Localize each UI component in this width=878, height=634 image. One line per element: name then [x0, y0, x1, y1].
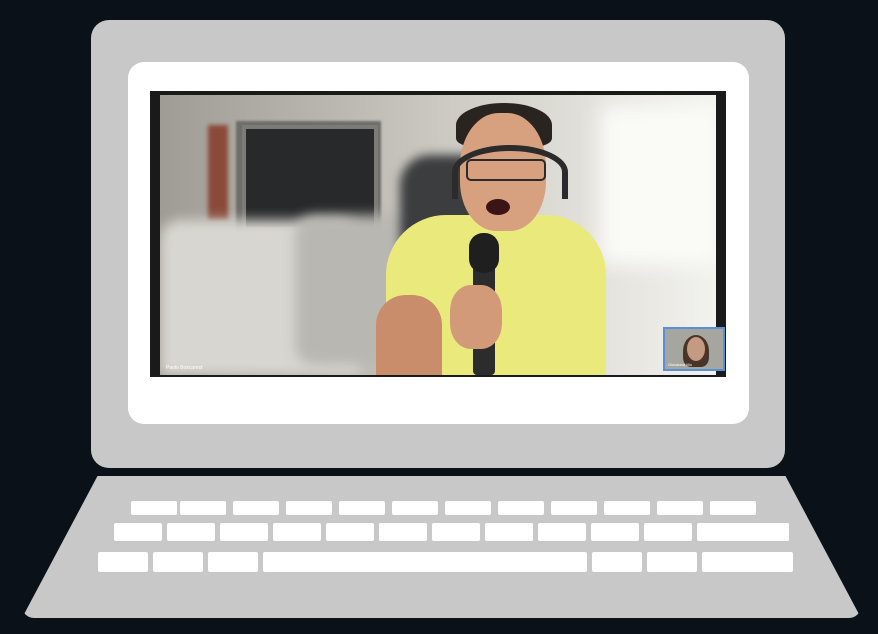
keyboard-key — [208, 552, 258, 572]
microphone-head — [469, 233, 499, 273]
keyboard-key — [657, 501, 703, 515]
keyboard-key — [98, 552, 148, 572]
keyboard-key — [153, 552, 203, 572]
keyboard-key — [392, 501, 438, 515]
keyboard-key — [167, 523, 215, 541]
keyboard-key — [604, 501, 650, 515]
keyboard-key — [180, 501, 226, 515]
keyboard-key — [220, 523, 268, 541]
laptop-screen: Paolo Boscarest Giovanna Mo — [150, 91, 726, 377]
keyboard-key — [326, 523, 374, 541]
background-window — [600, 105, 716, 265]
keyboard-key — [647, 552, 697, 572]
keyboard-key — [445, 501, 491, 515]
keyboard-key — [722, 552, 793, 572]
keyboard-key — [263, 552, 587, 572]
laptop-keyboard-base — [22, 476, 861, 618]
keyboard-key — [233, 501, 279, 515]
keyboard-key — [432, 523, 480, 541]
keyboard-key — [722, 523, 789, 541]
keyboard-key — [286, 501, 332, 515]
thumbnail-participant-name: Giovanna Mo — [668, 362, 692, 367]
keyboard-key — [379, 523, 427, 541]
keyboard-key — [710, 501, 756, 515]
main-participant-name: Paolo Boscarest — [166, 365, 203, 371]
keyboard-key — [592, 552, 642, 572]
keyboard-key — [131, 501, 177, 515]
keyboard-key — [114, 523, 162, 541]
thumbnail-participant-face — [687, 337, 705, 361]
keyboard-key — [485, 523, 533, 541]
keyboard-key — [591, 523, 639, 541]
keyboard-key — [644, 523, 692, 541]
participant-hand — [450, 285, 502, 349]
participant-mouth — [486, 199, 510, 215]
keyboard-key — [551, 501, 597, 515]
keyboard-key — [339, 501, 385, 515]
participant-arm — [376, 295, 442, 375]
keyboard-key — [538, 523, 586, 541]
keyboard-key — [498, 501, 544, 515]
background-guitar — [208, 125, 228, 220]
glasses — [466, 159, 546, 181]
main-video-feed: Paolo Boscarest — [160, 95, 716, 375]
self-view-thumbnail[interactable]: Giovanna Mo — [663, 327, 725, 371]
keyboard-key — [273, 523, 321, 541]
